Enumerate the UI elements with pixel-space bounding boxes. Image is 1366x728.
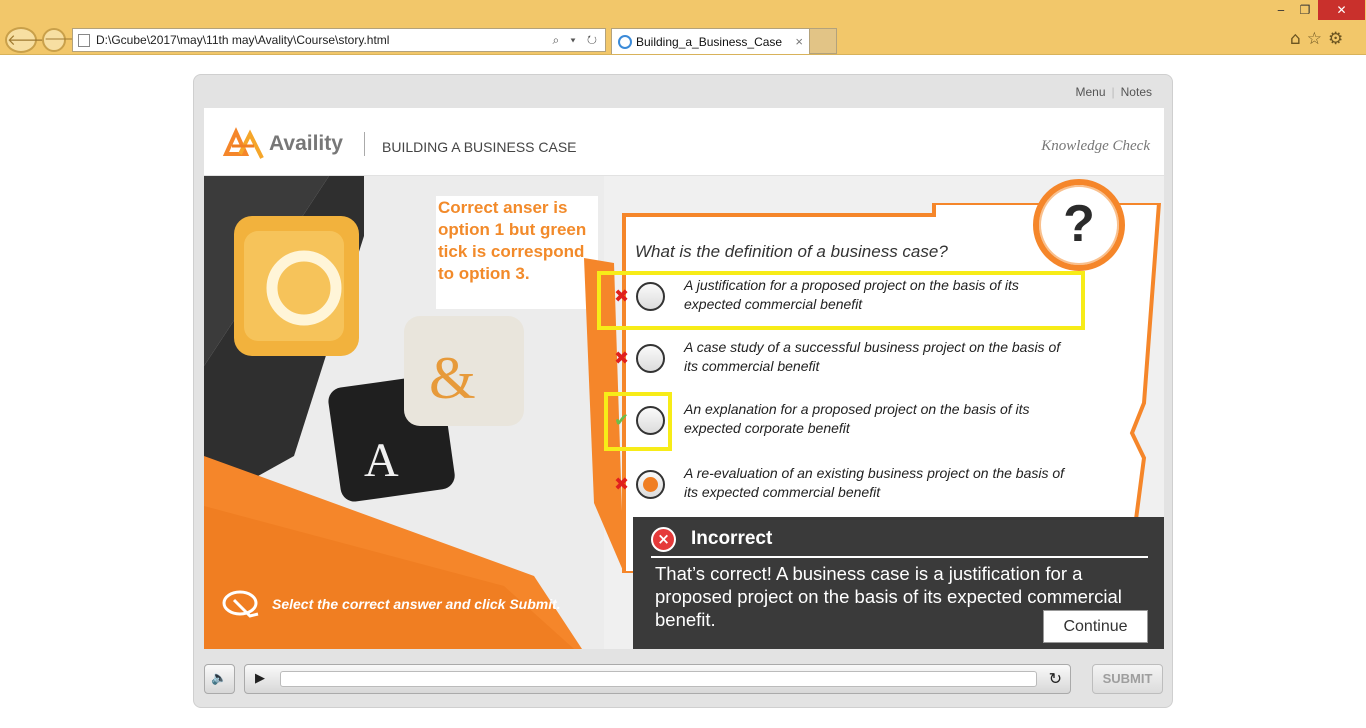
tab-title: Building_a_Business_Case bbox=[636, 35, 783, 49]
player-top-links: Menu | Notes bbox=[1069, 85, 1158, 99]
incorrect-x-icon: ✖ bbox=[614, 348, 630, 369]
radio-button-selected[interactable] bbox=[636, 470, 665, 499]
address-text: D:\Gcube\2017\may\11th may\Avality\Cours… bbox=[96, 33, 390, 47]
forward-button[interactable]: 🡒 bbox=[42, 28, 79, 52]
ie-icon bbox=[618, 35, 632, 49]
highlight-option-1 bbox=[597, 271, 1085, 330]
question-mark-icon: ? bbox=[1033, 179, 1125, 271]
browser-tab[interactable]: Building_a_Business_Case × bbox=[611, 28, 810, 54]
option-text: A re-evaluation of an existing business … bbox=[684, 465, 1065, 500]
menu-link[interactable]: Menu bbox=[1069, 85, 1111, 99]
back-button[interactable]: 🡐 bbox=[5, 27, 47, 53]
window-close-button[interactable]: ✕ bbox=[1318, 0, 1365, 20]
home-favorites-settings-icons[interactable]: ⌂☆⚙ bbox=[1290, 29, 1349, 49]
seek-bar[interactable] bbox=[280, 671, 1037, 687]
course-player: Menu | Notes Availity BUILDING A BUSINESS … bbox=[193, 74, 1173, 708]
course-title: BUILDING A BUSINESS CASE bbox=[382, 139, 577, 155]
highlight-option-3-tick bbox=[604, 392, 672, 451]
page-icon bbox=[78, 34, 90, 47]
submit-button[interactable]: SUBMIT bbox=[1092, 664, 1163, 694]
volume-button[interactable]: 🔈 bbox=[204, 664, 235, 694]
maximize-button[interactable]: ❐ bbox=[1292, 0, 1318, 20]
dice-ampersand: & bbox=[429, 345, 476, 411]
replay-icon[interactable]: ↻ bbox=[1049, 669, 1062, 688]
option-text: An explanation for a proposed project on… bbox=[684, 401, 1030, 436]
play-icon[interactable]: ▶ bbox=[255, 671, 265, 686]
address-tools-icons[interactable]: ⌕ ▾ ↻ bbox=[552, 29, 601, 51]
continue-button[interactable]: Continue bbox=[1043, 610, 1148, 643]
feedback-title: Incorrect bbox=[691, 528, 773, 549]
incorrect-icon: × bbox=[651, 527, 676, 552]
pointer-hand-icon bbox=[222, 590, 259, 618]
incorrect-x-icon: ✖ bbox=[614, 474, 630, 495]
new-tab-button[interactable] bbox=[810, 28, 837, 54]
radio-button[interactable] bbox=[636, 344, 665, 373]
question-text: What is the definition of a business cas… bbox=[635, 242, 948, 261]
address-bar[interactable]: D:\Gcube\2017\may\11th may\Avality\Cours… bbox=[72, 28, 606, 52]
browser-chrome: 🡐 🡒 D:\Gcube\2017\may\11th may\Avality\C… bbox=[0, 0, 1366, 55]
availity-logo-icon bbox=[222, 127, 264, 159]
notes-link[interactable]: Notes bbox=[1115, 85, 1158, 99]
answer-option-4[interactable]: ✖ A re-evaluation of an existing busines… bbox=[599, 459, 1084, 515]
playback-controls: ▶ ↻ bbox=[244, 664, 1071, 694]
instruction-text: Select the correct answer and click Subm… bbox=[272, 596, 561, 612]
minimize-button[interactable]: ‒ bbox=[1268, 0, 1294, 20]
answer-option-2[interactable]: ✖ A case study of a successful business … bbox=[599, 333, 1084, 389]
feedback-panel: × Incorrect That’s correct! A business c… bbox=[633, 517, 1164, 649]
logo-text: Availity bbox=[269, 132, 343, 155]
option-text: A case study of a successful business pr… bbox=[684, 339, 1061, 374]
header-divider bbox=[364, 132, 365, 156]
slide-header: Availity BUILDING A BUSINESS CASE Knowle… bbox=[204, 108, 1164, 176]
section-label: Knowledge Check bbox=[1041, 138, 1150, 154]
dice-letter-a: A bbox=[364, 434, 399, 487]
slide: Availity BUILDING A BUSINESS CASE Knowle… bbox=[204, 108, 1164, 649]
tab-close-icon[interactable]: × bbox=[795, 29, 803, 55]
feedback-divider bbox=[651, 556, 1148, 558]
